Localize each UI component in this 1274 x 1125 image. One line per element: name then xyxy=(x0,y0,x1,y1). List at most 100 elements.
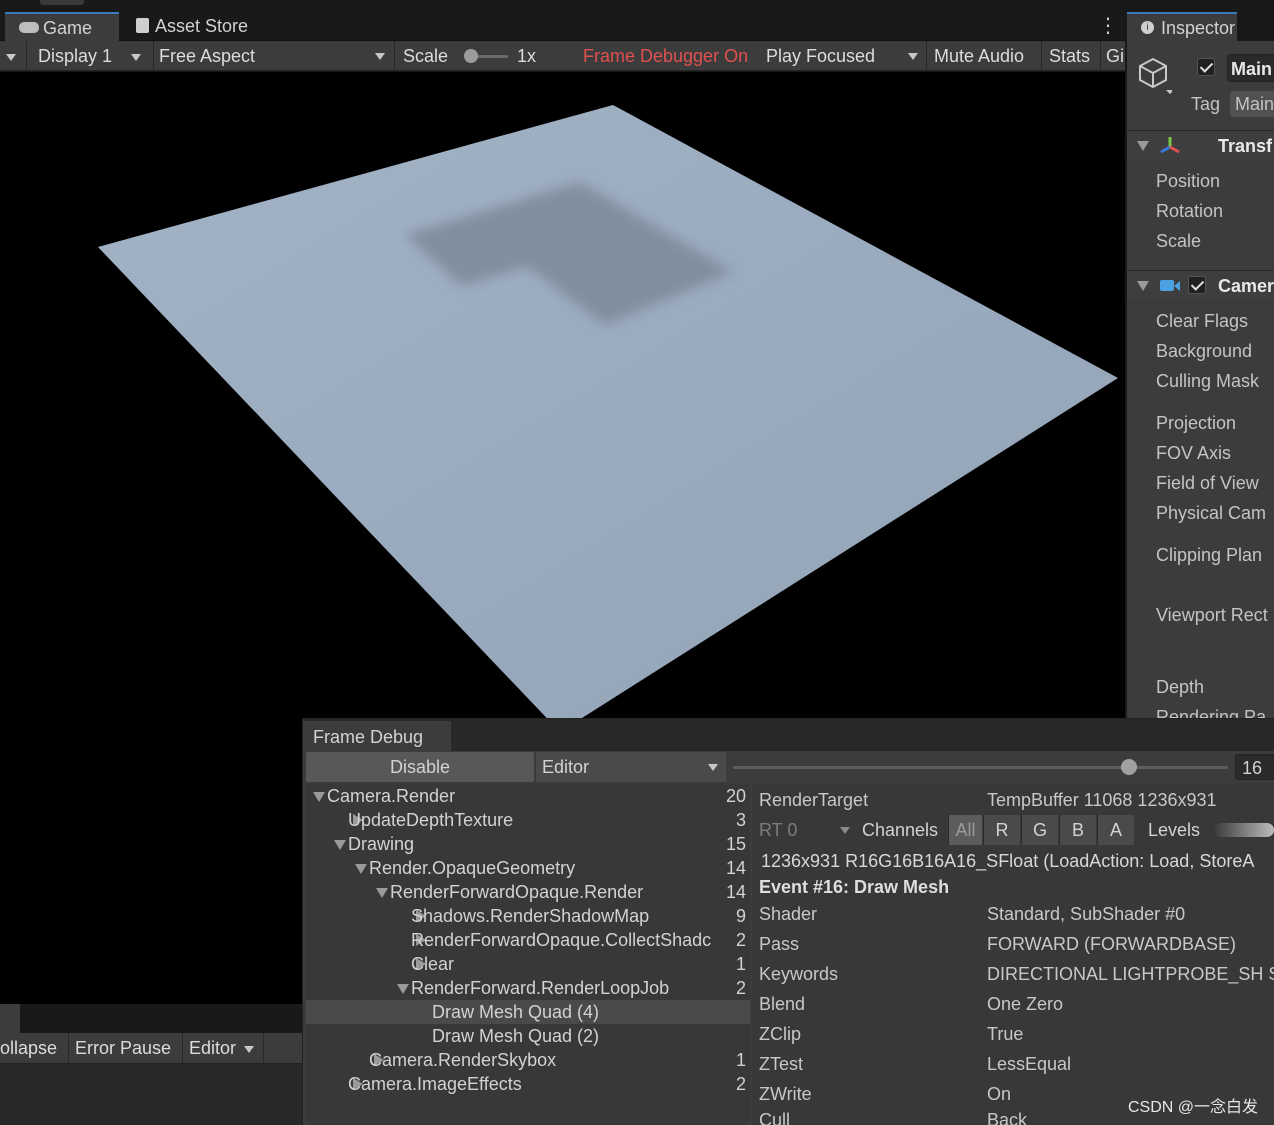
target-dropdown[interactable]: Editor xyxy=(536,752,726,782)
render-target-value: TempBuffer 11068 1236x931 xyxy=(987,790,1217,810)
transform-component-header[interactable]: Transf xyxy=(1127,130,1274,160)
rt-label: RT 0 xyxy=(759,820,798,840)
event-slider[interactable] xyxy=(733,759,1228,775)
tree-node-label: Camera.RenderSkybox xyxy=(369,1050,557,1070)
event-slider-thumb[interactable] xyxy=(1121,759,1137,775)
display-dropdown[interactable]: Display 1 xyxy=(38,41,150,71)
tab-game[interactable]: Game xyxy=(5,12,119,41)
foldout-open-icon[interactable] xyxy=(313,792,325,802)
foldout-open-icon[interactable] xyxy=(334,840,346,850)
console-editor-dropdown[interactable]: Editor xyxy=(189,1033,261,1064)
tree-group-node[interactable]: Camera.RenderSkybox 1 xyxy=(306,1048,750,1072)
game-toolbar: Display 1 Free Aspect Scale 1x Frame Deb… xyxy=(0,41,1125,71)
rt-dropdown[interactable]: RT 0 xyxy=(752,815,856,845)
prop-cull-label: Cull xyxy=(759,1110,791,1125)
camera-enabled-checkbox[interactable] xyxy=(1188,276,1206,299)
channel-all-button[interactable]: All xyxy=(948,815,982,845)
field-position: Position xyxy=(1156,171,1221,191)
prop-ztest-value: LessEqual xyxy=(987,1054,1072,1074)
active-checkbox[interactable] xyxy=(1197,58,1215,81)
tree-node-count: 9 xyxy=(735,906,746,926)
console-tab[interactable] xyxy=(0,1004,20,1033)
tree-group-node[interactable]: UpdateDepthTexture 3 xyxy=(306,808,750,832)
divider xyxy=(68,1033,69,1064)
tree-group-node[interactable]: Render.OpaqueGeometry 14 xyxy=(306,856,750,880)
foldout-arrow-icon[interactable] xyxy=(1137,281,1149,291)
channel-b-button[interactable]: B xyxy=(1059,815,1096,845)
tab-inspector[interactable]: i Inspector xyxy=(1127,12,1237,41)
transform-title: Transf xyxy=(1218,136,1273,156)
divider xyxy=(182,1033,183,1064)
stats-toggle[interactable]: Stats xyxy=(1049,41,1099,71)
field-rotation: Rotation xyxy=(1156,201,1224,221)
scale-slider[interactable] xyxy=(464,49,508,63)
tree-node-label: Draw Mesh Quad (4) xyxy=(432,1002,600,1022)
tree-node-count: 15 xyxy=(725,834,746,854)
tree-group-node[interactable]: Drawing 15 xyxy=(306,832,750,856)
prop-pass-label: Pass xyxy=(759,934,800,954)
tree-node-count: 2 xyxy=(735,930,746,950)
chevron-down-icon xyxy=(908,53,918,60)
divider xyxy=(394,41,395,71)
tree-group-node[interactable]: RenderForward.RenderLoopJob 2 xyxy=(306,976,750,1000)
field-background: Background xyxy=(1156,341,1253,361)
prop-blend-value: One Zero xyxy=(987,994,1064,1014)
foldout-open-icon[interactable] xyxy=(355,864,367,874)
channel-g-button[interactable]: G xyxy=(1021,815,1058,845)
frame-debug-tab-bar: Frame Debug xyxy=(303,719,1274,751)
checkmark-icon xyxy=(1197,58,1215,76)
tree-node-count: 2 xyxy=(735,1074,746,1094)
aspect-label: Free Aspect xyxy=(159,46,256,66)
field-fov-axis: FOV Axis xyxy=(1156,443,1232,463)
disable-button[interactable]: Disable xyxy=(306,752,534,782)
event-index-field[interactable]: 16 xyxy=(1235,754,1274,780)
console-tab-bar xyxy=(0,1004,302,1033)
inspector-panel: i Inspector Main Tag Main Transf Position… xyxy=(1127,12,1274,727)
divider xyxy=(26,41,27,71)
channel-a-button[interactable]: A xyxy=(1097,815,1134,845)
view-dropdown-caret[interactable] xyxy=(6,41,22,71)
error-pause-toggle[interactable]: Error Pause xyxy=(75,1033,179,1064)
more-options-icon[interactable]: ⋮ xyxy=(1098,16,1118,38)
chevron-down-icon xyxy=(375,53,385,60)
prop-shader-label: Shader xyxy=(759,904,818,924)
object-name-field[interactable]: Main xyxy=(1227,54,1274,82)
tree-node-label: Render.OpaqueGeometry xyxy=(369,858,576,878)
tree-node-label: Clear xyxy=(411,954,455,974)
tree-node-count: 1 xyxy=(735,954,746,974)
tag-dropdown[interactable]: Main xyxy=(1230,91,1274,117)
scale-slider-thumb[interactable] xyxy=(464,49,478,63)
foldout-open-icon[interactable] xyxy=(397,984,409,994)
levels-slider[interactable] xyxy=(1214,823,1274,837)
window-top-strip xyxy=(0,0,1274,12)
field-culling-mask: Culling Mask xyxy=(1156,371,1260,391)
gizmos-toggle[interactable]: Gi xyxy=(1106,41,1125,71)
tree-group-node[interactable]: Camera.Render 20 xyxy=(306,784,750,808)
foldout-open-icon[interactable] xyxy=(376,888,388,898)
channel-r-button[interactable]: R xyxy=(983,815,1020,845)
tree-node-count: 3 xyxy=(735,810,746,830)
play-focused-dropdown[interactable]: Play Focused xyxy=(766,41,922,71)
camera-component-header[interactable]: Camer xyxy=(1127,270,1274,300)
console-editor-label: Editor xyxy=(189,1038,237,1058)
tree-node-count: 20 xyxy=(725,786,746,806)
tree-group-node[interactable]: Shadows.RenderShadowMap 9 xyxy=(306,904,750,928)
tree-group-node[interactable]: Camera.ImageEffects 2 xyxy=(306,1072,750,1096)
camera-icon xyxy=(1160,280,1174,291)
collapse-toggle[interactable]: ollapse xyxy=(0,1033,66,1064)
tree-leaf-event[interactable]: Draw Mesh Quad (4) xyxy=(306,1000,750,1024)
tree-leaf-event[interactable]: Draw Mesh Quad (2) xyxy=(306,1024,750,1048)
chevron-down-icon xyxy=(708,764,718,771)
collapsed-panel-tab[interactable] xyxy=(40,0,84,5)
tree-node-label: Camera.ImageEffects xyxy=(348,1074,522,1094)
mute-audio-toggle[interactable]: Mute Audio xyxy=(934,41,1038,71)
channels-toolbar: RT 0 Channels All R G B A Levels xyxy=(752,815,1274,845)
tree-group-node[interactable]: Clear 1 xyxy=(306,952,750,976)
aspect-dropdown[interactable]: Free Aspect xyxy=(159,41,391,71)
tab-asset-store[interactable]: Asset Store xyxy=(122,12,272,41)
tree-node-label: RenderForwardOpaque.Render xyxy=(390,882,644,902)
tree-group-node[interactable]: RenderForwardOpaque.Render 14 xyxy=(306,880,750,904)
tree-group-node[interactable]: RenderForwardOpaque.CollectShadc 2 xyxy=(306,928,750,952)
tab-frame-debug[interactable]: Frame Debug xyxy=(303,721,451,751)
foldout-arrow-icon[interactable] xyxy=(1137,141,1149,151)
